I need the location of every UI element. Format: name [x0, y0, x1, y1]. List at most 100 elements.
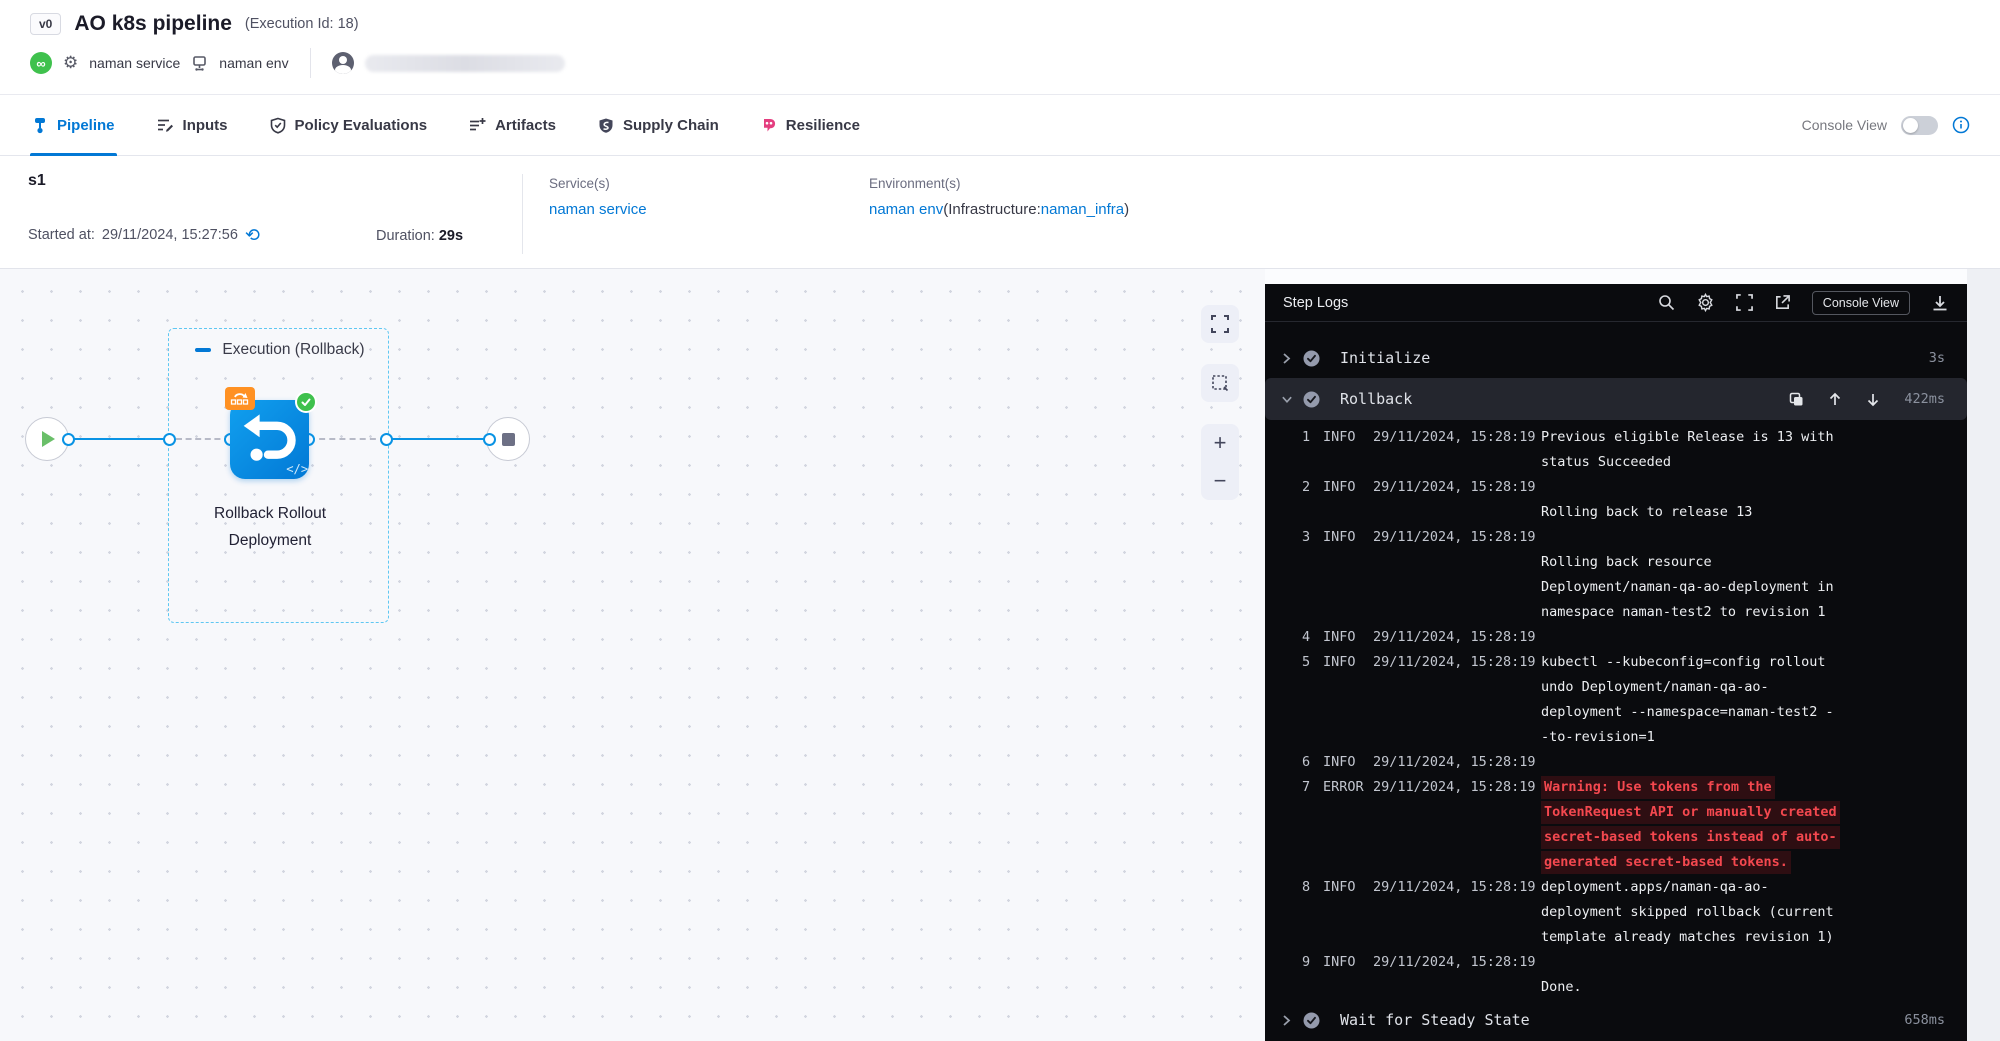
rollout-badge-icon [225, 387, 255, 410]
canvas-zoom-control: + − [1201, 424, 1239, 500]
log-output[interactable]: 1INFO29/11/2024, 15:28:19Previous eligib… [1265, 420, 1967, 1000]
copy-icon[interactable] [1789, 392, 1804, 407]
search-icon[interactable] [1658, 294, 1675, 311]
started-at-value: 29/11/2024, 15:27:56 [102, 227, 238, 243]
pipeline-title: AO k8s pipeline [74, 12, 232, 36]
app-root: v0 AO k8s pipeline (Execution Id: 18) ∞ … [0, 0, 2000, 1041]
log-message [1541, 750, 1947, 775]
group-label: Execution (Rollback) [222, 341, 364, 359]
canvas-fullscreen-button[interactable] [1201, 305, 1239, 343]
log-line-number: 9 [1302, 950, 1323, 1000]
open-in-new-icon[interactable] [1774, 294, 1791, 311]
log-timestamp: 29/11/2024, 15:28:19 [1373, 475, 1541, 525]
service-link[interactable]: naman service [549, 201, 647, 218]
zoom-in-button[interactable]: + [1201, 424, 1239, 462]
tab-pipeline[interactable]: Pipeline [30, 95, 117, 155]
scrollbar-gutter[interactable] [1967, 269, 2000, 1041]
section-name: Rollback [1340, 390, 1412, 408]
stage-name: s1 [28, 172, 376, 190]
log-entry-9: 9INFO29/11/2024, 15:28:19 Done. [1302, 950, 1947, 1000]
stop-icon [502, 433, 515, 446]
collapse-group-icon[interactable] [195, 348, 211, 352]
console-view-label: Console View [1802, 117, 1887, 133]
log-entry-4: 4INFO29/11/2024, 15:28:19 [1302, 625, 1947, 650]
log-section-wait-steady-state[interactable]: Wait for Steady State 658ms [1265, 1000, 1967, 1040]
info-icon[interactable] [1952, 116, 1970, 134]
step-logs-title: Step Logs [1283, 295, 1348, 311]
edge-start [68, 438, 169, 440]
log-line-number: 5 [1302, 650, 1323, 750]
log-entry-5: 5INFO29/11/2024, 15:28:19kubectl --kubec… [1302, 650, 1947, 750]
step-success-icon [1303, 350, 1320, 367]
link-point [62, 433, 75, 446]
resilience-icon [761, 117, 777, 133]
tab-label: Inputs [183, 117, 228, 134]
section-duration: 422ms [1904, 391, 1945, 407]
tab-inputs[interactable]: Inputs [155, 95, 230, 155]
log-line-number: 7 [1302, 775, 1323, 875]
log-timestamp: 29/11/2024, 15:28:19 [1373, 950, 1541, 1000]
log-timestamp: 29/11/2024, 15:28:19 [1373, 425, 1541, 475]
download-icon[interactable] [1931, 294, 1949, 312]
console-view-button[interactable]: Console View [1812, 291, 1910, 315]
artifacts-icon [469, 117, 486, 133]
rollback-step-label: Rollback Rollout Deployment [160, 500, 380, 554]
inputs-icon [157, 117, 174, 133]
log-line-number: 2 [1302, 475, 1323, 525]
log-section-initialize[interactable]: Initialize 3s [1265, 338, 1967, 378]
log-line-number: 1 [1302, 425, 1323, 475]
log-level: INFO [1323, 475, 1373, 525]
policy-icon [270, 117, 286, 134]
tab-label: Policy Evaluations [295, 117, 428, 134]
pipeline-canvas[interactable]: Execution (Rollback) </> [0, 269, 1265, 1041]
log-timestamp: 29/11/2024, 15:28:19 [1373, 750, 1541, 775]
expand-fullscreen-icon[interactable] [1736, 294, 1753, 311]
tab-supply-chain[interactable]: Supply Chain [596, 95, 721, 155]
rollback-step-node[interactable]: </> [230, 400, 309, 479]
execution-header: v0 AO k8s pipeline (Execution Id: 18) ∞ … [0, 0, 2000, 94]
tab-policy-evaluations[interactable]: Policy Evaluations [268, 95, 430, 155]
environments-label: Environment(s) [869, 176, 1972, 191]
log-message: deployment.apps/naman-qa-ao-deployment s… [1541, 875, 1947, 950]
redacted-user-email [365, 55, 565, 72]
duration-label: Duration: [376, 228, 435, 244]
log-timestamp: 29/11/2024, 15:28:19 [1373, 625, 1541, 650]
scroll-up-icon[interactable] [1828, 392, 1842, 407]
section-duration: 658ms [1904, 1012, 1945, 1028]
header-service-name[interactable]: naman service [89, 55, 180, 71]
step-logs-panel: Step Logs Console View Initialize 3s [1265, 284, 1967, 1041]
log-level: INFO [1323, 750, 1373, 775]
log-level: INFO [1323, 425, 1373, 475]
env-link[interactable]: naman env [869, 201, 943, 218]
zoom-out-button[interactable]: − [1201, 462, 1239, 500]
chevron-right-icon[interactable] [1281, 352, 1293, 365]
canvas-select-button[interactable] [1201, 364, 1239, 402]
success-check-icon [295, 391, 317, 413]
tab-artifacts[interactable]: Artifacts [467, 95, 558, 155]
pipeline-icon [32, 117, 48, 134]
edge-end [386, 438, 489, 440]
log-entry-2: 2INFO29/11/2024, 15:28:19 Rolling back t… [1302, 475, 1947, 525]
log-level: INFO [1323, 650, 1373, 750]
cd-module-icon: ∞ [30, 52, 52, 74]
console-view-toggle[interactable] [1901, 116, 1938, 135]
history-icon[interactable]: ⟲ [245, 226, 260, 244]
tab-label: Pipeline [57, 117, 115, 134]
chevron-down-icon[interactable] [1281, 394, 1293, 405]
log-entry-3: 3INFO29/11/2024, 15:28:19 Rolling back r… [1302, 525, 1947, 625]
stage-divider [522, 174, 523, 254]
header-env-name[interactable]: naman env [219, 55, 288, 71]
infra-link[interactable]: naman_infra [1041, 201, 1124, 218]
scroll-down-icon[interactable] [1866, 392, 1880, 407]
log-message: kubectl --kubeconfig=config rolloutundo … [1541, 650, 1947, 750]
settings-gear-icon[interactable] [1696, 293, 1715, 312]
log-section-rollback[interactable]: Rollback 422ms [1265, 378, 1967, 420]
log-entry-6: 6INFO29/11/2024, 15:28:19 [1302, 750, 1947, 775]
link-point [483, 433, 496, 446]
log-timestamp: 29/11/2024, 15:28:19 [1373, 875, 1541, 950]
log-line-number: 4 [1302, 625, 1323, 650]
section-name: Wait for Steady State [1340, 1011, 1530, 1029]
chevron-right-icon[interactable] [1281, 1014, 1293, 1027]
tab-resilience[interactable]: Resilience [759, 95, 862, 155]
tab-label: Artifacts [495, 117, 556, 134]
